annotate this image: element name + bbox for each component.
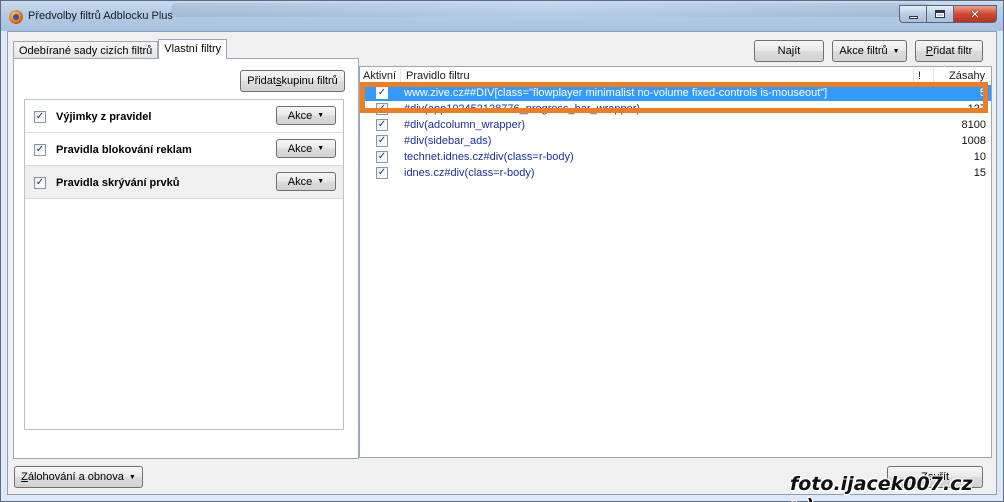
filter-actions-button[interactable]: Akce filtrů ▼: [832, 40, 907, 62]
find-label-suffix: ít: [794, 45, 801, 57]
group-actions-label: Akce: [287, 142, 313, 155]
minimize-icon: [908, 15, 918, 19]
group-actions-button[interactable]: Akce ▼: [276, 106, 336, 125]
window-controls: ✕: [899, 5, 997, 23]
tab-subscriptions[interactable]: Odebírané sady cizích filtrů: [13, 41, 159, 59]
add-group-label-prefix: Přidat: [247, 75, 276, 87]
dropdown-arrow-icon: ▼: [128, 473, 136, 481]
dialog-client-area: Odebírané sady cizích filtrů Vlastní fil…: [7, 31, 997, 495]
table-row[interactable]: ✓ #div(app102452128776_progress_bar_wrap…: [360, 101, 991, 117]
title-bar-background: [171, 3, 931, 17]
filter-group-list[interactable]: ✓ Výjimky z pravidel Akce ▼ ✓ Pravidla bl…: [24, 99, 344, 430]
backup-label-accelerator: Z: [21, 471, 28, 483]
group-actions-label: Akce: [287, 109, 313, 122]
group-actions-button[interactable]: Akce ▼: [276, 139, 336, 158]
table-row[interactable]: ✓ technet.idnes.cz#div(class=r-body) 10: [360, 149, 991, 165]
table-row[interactable]: ✓ #div(adcolumn_wrapper) 8100: [360, 117, 991, 133]
column-header-flag[interactable]: !: [918, 70, 921, 82]
tab-custom-filters[interactable]: Vlastní filtry: [158, 39, 228, 59]
group-enabled-checkbox[interactable]: ✓: [34, 144, 46, 156]
filter-list[interactable]: Aktivní Pravidlo filtru ! Zásahy ✓ www.z…: [359, 66, 992, 458]
filter-enabled-checkbox[interactable]: ✓: [376, 135, 388, 147]
add-filter-group-button[interactable]: Přidat s kupinu filtrů: [240, 70, 345, 92]
maximize-button[interactable]: [926, 5, 953, 23]
filter-enabled-checkbox[interactable]: ✓: [376, 151, 388, 163]
backup-restore-button[interactable]: Zálohování a obnova ▼: [14, 466, 143, 488]
filter-hit-count: 1008: [961, 135, 986, 147]
filter-hit-count: 8100: [961, 119, 986, 131]
group-actions-label: Akce: [287, 175, 313, 188]
group-enabled-checkbox[interactable]: ✓: [34, 111, 46, 123]
table-row[interactable]: ✓ idnes.cz#div(class=r-body) 15: [360, 165, 991, 181]
title-bar[interactable]: Předvolby filtrů Adblocku Plus ✕: [1, 1, 1003, 31]
close-icon: ✕: [970, 8, 980, 21]
group-name: Pravidla skrývání prvků: [56, 177, 180, 189]
dropdown-arrow-icon: ▼: [317, 112, 325, 119]
filter-rule-text: #div(app102452128776_progress_bar_wrappe…: [404, 103, 641, 115]
add-group-label-suffix: kupinu filtrů: [281, 75, 338, 87]
filter-rule-text: www.zive.cz##DIV[class="flowplayer minim…: [404, 87, 828, 99]
filter-rows: ✓ www.zive.cz##DIV[class="flowplayer min…: [360, 85, 991, 181]
table-row[interactable]: ✓ www.zive.cz##DIV[class="flowplayer min…: [360, 85, 991, 101]
table-row[interactable]: ✓ #div(sidebar_ads) 1008: [360, 133, 991, 149]
filter-hit-count: 127: [967, 103, 986, 115]
filter-list-header: Aktivní Pravidlo filtru ! Zásahy: [360, 67, 991, 84]
add-filter-label-suffix: řidat filtr: [933, 45, 973, 57]
filter-enabled-checkbox[interactable]: ✓: [376, 119, 388, 131]
group-enabled-checkbox[interactable]: ✓: [34, 177, 46, 189]
dropdown-arrow-icon: ▼: [892, 47, 900, 55]
column-header-rule[interactable]: Pravidlo filtru: [406, 70, 470, 82]
filter-group-item[interactable]: ✓ Pravidla blokování reklam Akce ▼: [25, 133, 343, 166]
filter-group-item[interactable]: ✓ Pravidla skrývání prvků Akce ▼: [25, 166, 343, 199]
firefox-icon: [9, 10, 23, 24]
dropdown-arrow-icon: ▼: [317, 145, 325, 152]
group-actions-button[interactable]: Akce ▼: [276, 172, 336, 191]
filter-hit-count: 10: [973, 151, 986, 163]
filter-actions-label: Akce filtrů: [839, 45, 888, 57]
add-filter-button[interactable]: Přidat filtr: [915, 40, 983, 62]
filter-hit-count: 15: [973, 167, 986, 179]
filter-enabled-checkbox[interactable]: ✓: [376, 103, 388, 115]
window-title: Předvolby filtrů Adblocku Plus: [28, 10, 173, 22]
close-window-button[interactable]: ✕: [953, 5, 997, 23]
filter-hit-count: 5: [979, 87, 986, 99]
watermark: foto.ijacek007.cz :-): [790, 473, 973, 502]
filter-rule-text: #div(adcolumn_wrapper): [404, 119, 526, 131]
column-divider[interactable]: [400, 68, 401, 83]
filter-group-item[interactable]: ✓ Výjimky z pravidel Akce ▼: [25, 100, 343, 133]
tab-strip: Odebírané sady cizích filtrů Vlastní fil…: [13, 39, 228, 59]
column-divider[interactable]: [933, 68, 934, 83]
filter-rule-text: technet.idnes.cz#div(class=r-body): [404, 151, 574, 163]
filter-enabled-checkbox[interactable]: ✓: [376, 87, 388, 99]
maximize-icon: [935, 10, 945, 18]
column-header-active[interactable]: Aktivní: [363, 70, 396, 82]
column-header-hits[interactable]: Zásahy: [949, 70, 985, 82]
filter-rule-text: idnes.cz#div(class=r-body): [404, 167, 535, 179]
preferences-window: Předvolby filtrů Adblocku Plus ✕ Odebíra…: [0, 0, 1004, 502]
dropdown-arrow-icon: ▼: [317, 178, 325, 185]
add-filter-label-accelerator: P: [925, 45, 934, 57]
column-divider[interactable]: [913, 68, 914, 83]
group-name: Pravidla blokování reklam: [56, 144, 192, 156]
group-name: Výjimky z pravidel: [56, 111, 152, 123]
filter-rule-text: #div(sidebar_ads): [404, 135, 492, 147]
find-label-prefix: Na: [777, 45, 792, 57]
backup-label-suffix: álohování a obnova: [27, 471, 124, 483]
custom-filters-panel: Přidat s kupinu filtrů ✓ Výjimky z pravid…: [13, 58, 359, 459]
minimize-button[interactable]: [899, 5, 926, 23]
find-button[interactable]: Na j ít: [754, 40, 824, 62]
filter-enabled-checkbox[interactable]: ✓: [376, 167, 388, 179]
